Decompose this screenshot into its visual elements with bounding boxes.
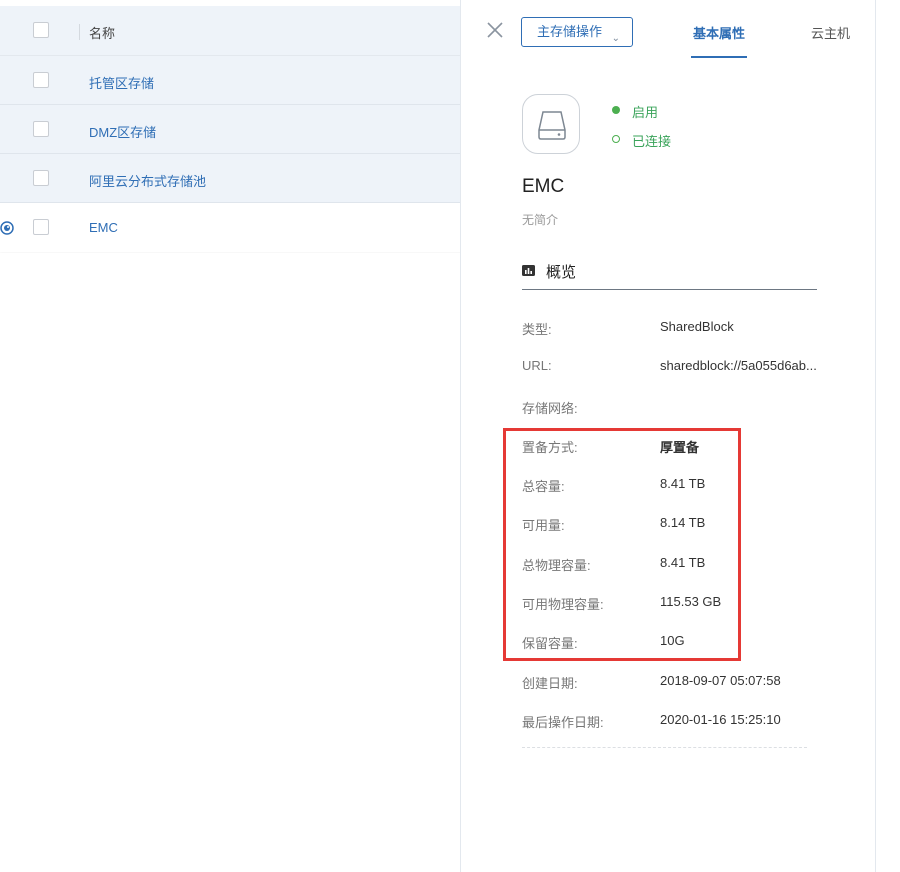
field-label-type: 类型: [522, 322, 552, 337]
app-root: 名称 托管区存储 DMZ区存储 阿里云分布式存储池 EMC 主存储操作 ⌄ 基本… [0, 0, 900, 872]
overview-section-header: 概览 [522, 260, 817, 290]
header-divider [79, 24, 80, 40]
select-all-checkbox[interactable] [33, 22, 49, 38]
detail-panel: 主存储操作 ⌄ 基本属性 云主机 启用 已连接 EMC 无简介 概览 类型: S… [460, 0, 876, 872]
table-row[interactable]: 阿里云分布式存储池 [0, 154, 460, 203]
field-value-type: SharedBlock [660, 319, 734, 334]
right-gutter [876, 0, 900, 872]
list-header: 名称 [0, 6, 460, 56]
eye-icon[interactable] [0, 221, 14, 235]
field-label-created: 创建日期: [522, 676, 578, 691]
storage-list-panel: 名称 托管区存储 DMZ区存储 阿里云分布式存储池 EMC [0, 0, 462, 872]
chevron-down-icon: ⌄ [611, 33, 620, 44]
highlight-box [503, 428, 741, 661]
table-row[interactable]: DMZ区存储 [0, 105, 460, 154]
list-empty-area [0, 253, 460, 872]
storage-icon-box [522, 94, 580, 154]
storage-description: 无简介 [522, 213, 559, 227]
section-end-divider [522, 747, 807, 748]
hard-drive-icon [538, 111, 566, 140]
field-label-storage-network: 存储网络: [522, 401, 578, 416]
status-connected-dot [612, 135, 620, 143]
storage-title: EMC [522, 176, 565, 197]
field-label-last-op: 最后操作日期: [522, 715, 604, 730]
detail-toolbar: 主存储操作 ⌄ 基本属性 云主机 [461, 6, 875, 58]
storage-actions-label: 主存储操作 [537, 24, 603, 39]
row-checkbox[interactable] [33, 121, 49, 137]
row-checkbox[interactable] [33, 72, 49, 88]
field-value-url: sharedblock://5a055d6ab... [660, 358, 817, 373]
tab-vm-instances[interactable]: 云主机 [811, 23, 850, 42]
storage-name-link[interactable]: 阿里云分布式存储池 [89, 171, 206, 190]
status-enabled-dot [612, 106, 620, 114]
field-value-last-op: 2020-01-16 15:25:10 [660, 712, 781, 727]
field-label-url: URL: [522, 358, 552, 373]
storage-name-link[interactable]: 托管区存储 [89, 73, 154, 92]
row-checkbox[interactable] [33, 219, 49, 235]
status-connected-text: 已连接 [632, 134, 672, 149]
status-enabled-text: 启用 [632, 105, 659, 120]
column-header-name: 名称 [89, 26, 116, 41]
close-icon[interactable] [485, 20, 505, 40]
overview-section-title: 概览 [546, 264, 577, 281]
table-row[interactable]: 托管区存储 [0, 56, 460, 105]
storage-name-link[interactable]: DMZ区存储 [89, 122, 156, 141]
tab-basic-properties[interactable]: 基本属性 [690, 23, 748, 58]
row-checkbox[interactable] [33, 170, 49, 186]
chart-folder-icon [522, 265, 535, 276]
storage-actions-dropdown[interactable]: 主存储操作 ⌄ [521, 17, 633, 47]
field-value-created: 2018-09-07 05:07:58 [660, 673, 781, 688]
table-row-selected[interactable]: EMC [0, 203, 462, 252]
storage-name-link[interactable]: EMC [89, 220, 118, 235]
